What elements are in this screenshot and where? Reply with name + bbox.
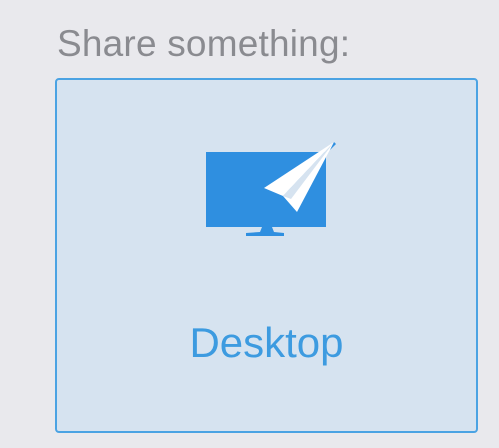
desktop-share-icon xyxy=(206,142,336,236)
share-panel: Share something: Desktop xyxy=(0,0,499,448)
share-heading: Share something: xyxy=(57,23,351,64)
desktop-label: Desktop xyxy=(189,319,344,366)
share-desktop-button[interactable]: Desktop xyxy=(55,78,478,433)
